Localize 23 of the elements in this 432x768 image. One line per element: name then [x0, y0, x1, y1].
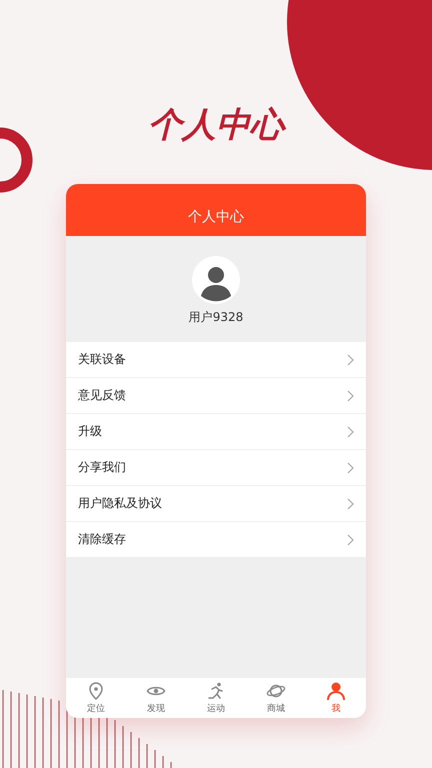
- username: 用户9328: [188, 309, 244, 326]
- menu-item[interactable]: 清除缓存: [66, 522, 366, 558]
- chevron-icon: [346, 390, 354, 402]
- chevron-icon: [346, 462, 354, 474]
- tab-item[interactable]: 定位: [72, 681, 120, 715]
- card-title: 个人中心: [188, 208, 244, 226]
- page-headline: 个人中心: [148, 100, 284, 150]
- chevron-icon: [346, 354, 354, 366]
- chevron-icon: [346, 498, 354, 510]
- tab-item[interactable]: 运动: [192, 681, 240, 715]
- menu-item[interactable]: 意见反馈: [66, 378, 366, 414]
- menu-item[interactable]: 分享我们: [66, 450, 366, 486]
- avatar-icon[interactable]: [192, 256, 240, 304]
- tab-item[interactable]: 发现: [132, 681, 180, 715]
- menu-item[interactable]: 用户隐私及协议: [66, 486, 366, 522]
- chevron-icon: [346, 426, 354, 438]
- tab-item[interactable]: 我: [312, 681, 360, 715]
- ring-decoration: [0, 128, 32, 192]
- tab-item[interactable]: 商城: [252, 681, 300, 715]
- menu-item[interactable]: 升级: [66, 414, 366, 450]
- chevron-icon: [346, 534, 354, 546]
- person-icon: [326, 681, 346, 701]
- menu-item[interactable]: 关联设备: [66, 342, 366, 378]
